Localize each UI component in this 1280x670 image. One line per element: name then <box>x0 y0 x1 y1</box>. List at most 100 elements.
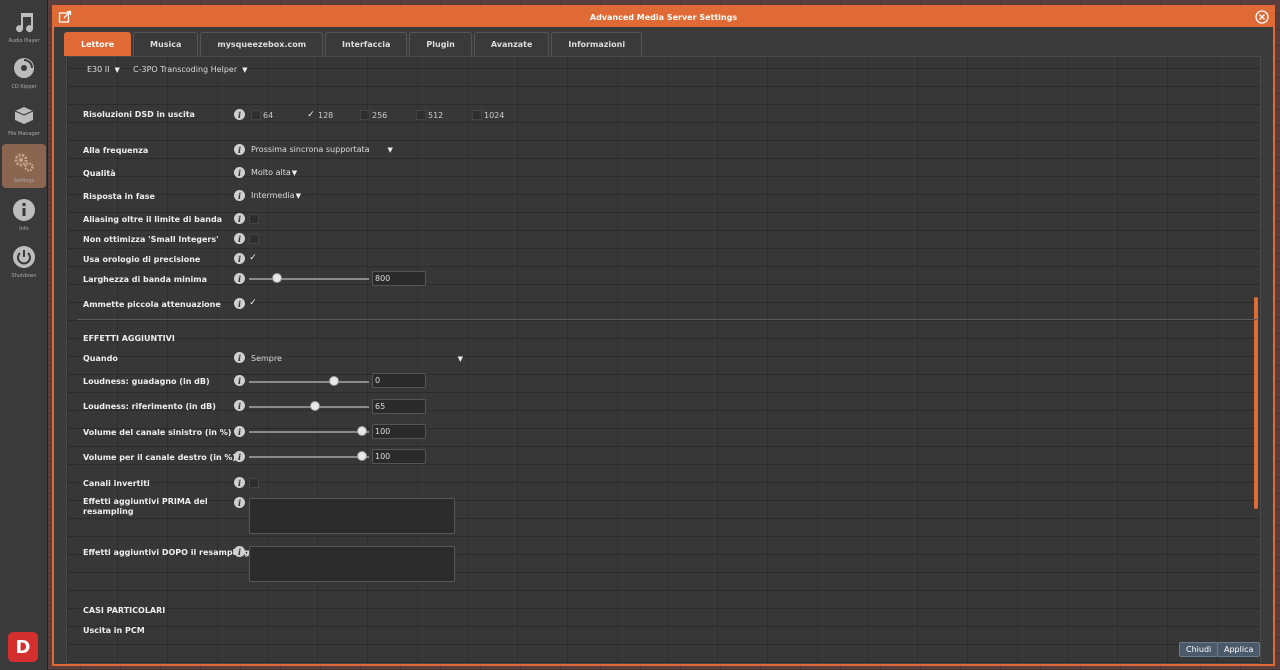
sidebar-item-shutdown[interactable]: Shutdown <box>2 239 46 283</box>
row-channels-inverted: Canali invertiti <box>83 478 150 488</box>
row-phase: Risposta in fase <box>83 191 155 201</box>
aliasing-checkbox[interactable] <box>249 214 259 224</box>
sidebar-item-settings[interactable]: Settings <box>2 144 46 188</box>
scrollbar-thumb[interactable] <box>1254 297 1258 509</box>
chevron-down-icon: ▼ <box>291 168 298 177</box>
info-icon[interactable]: i <box>234 400 245 411</box>
tab-plugin[interactable]: Plugin <box>409 32 472 56</box>
info-icon[interactable]: i <box>234 273 245 284</box>
info-icon[interactable]: i <box>234 352 245 363</box>
row-min-bandwidth: Larghezza di banda minima <box>83 274 208 284</box>
attenuation-checkbox[interactable]: ✓ <box>248 298 258 308</box>
post-effects-textarea[interactable] <box>249 546 455 582</box>
sidebar-item-label: File Manager <box>8 131 40 137</box>
sidebar-item-info[interactable]: Info <box>2 192 46 236</box>
info-icon[interactable]: i <box>234 497 245 508</box>
row-when: Quando <box>83 353 118 363</box>
volume-left-slider[interactable] <box>249 431 369 433</box>
chevron-down-icon: ▼ <box>387 145 393 154</box>
sidebar-item-file-manager[interactable]: File Manager <box>2 97 46 141</box>
disc-icon <box>10 54 38 82</box>
loudness-gain-slider-knob[interactable] <box>329 376 340 386</box>
loudness-gain-field[interactable]: 0 <box>372 373 426 388</box>
row-aliasing: Aliasing oltre il limite di banda <box>83 214 223 224</box>
loudness-ref-slider-knob[interactable] <box>310 401 320 411</box>
dsd-64-checkbox[interactable] <box>251 110 261 120</box>
tab-mysqueezebox[interactable]: mysqueezebox.com <box>200 32 324 56</box>
dsd-512-checkbox[interactable] <box>416 110 426 120</box>
dsd-256-checkbox[interactable] <box>360 110 370 120</box>
row-pre-effects: Effetti aggiuntivi PRIMA del resampling <box>83 497 208 516</box>
popout-icon[interactable] <box>58 10 72 24</box>
dsd-128-checkbox[interactable]: ✓ <box>306 110 316 120</box>
row-attenuation: Ammette piccola attenuazione <box>83 299 221 309</box>
tab-avanzate[interactable]: Avanzate <box>473 32 550 56</box>
row-quality: Qualità <box>83 168 116 178</box>
info-icon[interactable]: i <box>234 451 245 462</box>
app-sidebar: Audio Player CD Ripper File Manager Sett… <box>0 0 48 670</box>
frequency-select[interactable]: Prossima sincrona supportata ▼ <box>251 145 393 154</box>
pre-effects-textarea[interactable] <box>249 498 455 534</box>
info-icon[interactable]: i <box>234 477 245 488</box>
when-select[interactable]: Sempre ▼ <box>251 354 463 363</box>
info-icon[interactable]: i <box>234 253 245 264</box>
row-dsd: Risoluzioni DSD in uscita <box>83 109 195 119</box>
sidebar-item-audio-player[interactable]: Audio Player <box>2 4 46 48</box>
tab-interfaccia[interactable]: Interfaccia <box>325 32 408 56</box>
tab-lettore[interactable]: Lettore <box>64 32 132 56</box>
loudness-ref-field[interactable]: 65 <box>372 399 426 414</box>
info-icon[interactable]: i <box>234 298 245 309</box>
volume-left-slider-knob[interactable] <box>356 426 367 436</box>
info-icon[interactable]: i <box>234 546 245 557</box>
min-bandwidth-field[interactable]: 800 <box>372 271 426 286</box>
precision-clock-checkbox[interactable]: ✓ <box>248 253 258 263</box>
info-icon[interactable]: i <box>234 426 245 437</box>
small-integers-checkbox[interactable] <box>249 234 259 244</box>
apply-button[interactable]: Applica <box>1217 642 1261 657</box>
min-bandwidth-slider[interactable] <box>249 278 369 280</box>
plugin-select[interactable]: C-3PO Transcoding Helper ▼ <box>133 65 248 74</box>
sidebar-item-label: Settings <box>13 178 35 184</box>
settings-dialog: Advanced Media Server Settings Lettore M… <box>52 5 1275 666</box>
sidebar-item-cd-ripper[interactable]: CD Ripper <box>2 50 46 94</box>
chevron-down-icon: ▼ <box>295 191 301 200</box>
player-select[interactable]: E30 II ▼ <box>87 65 120 74</box>
settings-panel: E30 II ▼ C-3PO Transcoding Helper ▼ Risolu… <box>66 56 1261 664</box>
close-icon[interactable] <box>1255 10 1269 24</box>
info-icon[interactable]: i <box>234 375 245 386</box>
info-icon[interactable]: i <box>234 213 245 224</box>
info-icon[interactable]: i <box>234 233 245 244</box>
dsd-1024-checkbox[interactable] <box>472 110 482 120</box>
gears-icon <box>10 148 38 176</box>
volume-right-slider-knob[interactable] <box>356 451 367 461</box>
row-frequency: Alla frequenza <box>83 145 149 155</box>
row-small-integers: Non ottimizza 'Small Integers' <box>83 234 219 244</box>
row-precision-clock: Usa orologio di precisione <box>83 254 201 264</box>
chevron-down-icon: ▼ <box>242 65 248 74</box>
info-icon[interactable]: i <box>234 190 245 201</box>
row-volume-right: Volume per il canale destro (in %) <box>83 452 237 462</box>
phase-select[interactable]: Intermedia ▼ <box>251 191 301 200</box>
quality-select[interactable]: Molto alta ▼ <box>251 168 297 177</box>
volume-right-slider[interactable] <box>249 456 369 458</box>
channels-inverted-checkbox[interactable] <box>249 478 259 488</box>
row-post-effects: Effetti aggiuntivi DOPO il resampling <box>83 547 250 557</box>
chevron-down-icon: ▼ <box>457 354 463 363</box>
volume-right-field[interactable]: 100 <box>372 449 426 464</box>
loudness-ref-slider[interactable] <box>249 406 369 408</box>
min-bandwidth-slider-knob[interactable] <box>271 273 282 283</box>
section-divider <box>77 319 1257 320</box>
music-note-icon <box>10 8 38 36</box>
volume-left-field[interactable]: 100 <box>372 424 426 439</box>
close-button[interactable]: Chiudi <box>1179 642 1219 657</box>
loudness-gain-slider[interactable] <box>249 381 369 383</box>
effects-section-title: EFFETTI AGGIUNTIVI <box>83 334 175 343</box>
tab-bar: Lettore Musica mysqueezebox.com Interfac… <box>64 32 644 56</box>
info-icon[interactable]: i <box>234 167 245 178</box>
info-icon[interactable]: i <box>234 109 245 120</box>
tab-musica[interactable]: Musica <box>133 32 199 56</box>
tab-informazioni[interactable]: Informazioni <box>551 32 643 56</box>
daphile-logo: D <box>8 632 38 662</box>
chevron-down-icon: ▼ <box>114 65 120 74</box>
info-icon[interactable]: i <box>234 144 245 155</box>
